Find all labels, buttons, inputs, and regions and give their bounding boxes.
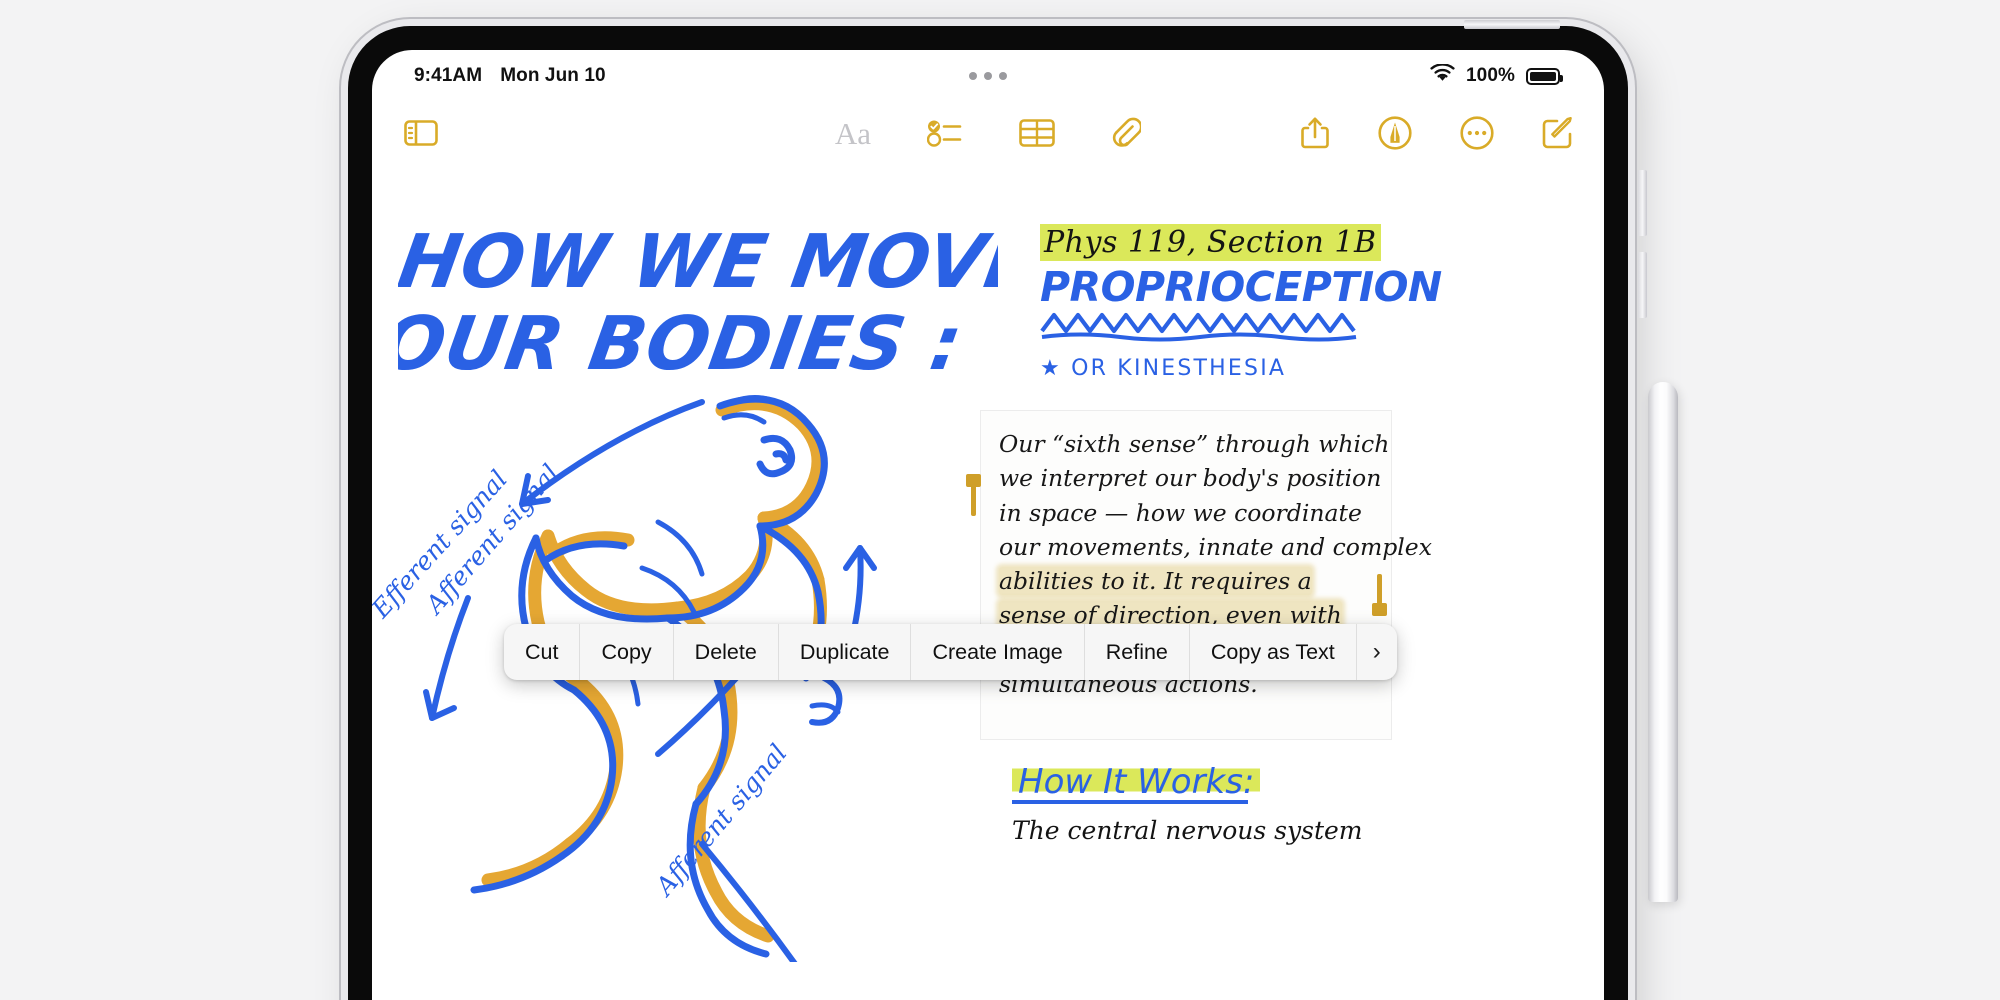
volume-down-button[interactable] [1638, 252, 1647, 318]
note-text-line-selected: abilities to it. It requires a [999, 567, 1312, 596]
context-menu-item-refine[interactable]: Refine [1085, 624, 1190, 680]
term-proprioception: PROPRIOCEPTION [1040, 263, 1442, 311]
multitasking-controls-icon[interactable] [969, 72, 1007, 80]
course-highlighted-text: Phys 119, Section 1B [1040, 224, 1381, 261]
attachment-icon[interactable] [1111, 117, 1142, 149]
toolbar-center-group: Aa [372, 117, 1604, 149]
note-toolbar: Aa [372, 102, 1604, 164]
context-menu-item-copy[interactable]: Copy [580, 624, 674, 680]
note-text-block[interactable]: Our “sixth sense” through which we inter… [980, 410, 1432, 740]
works-heading-block: How It Works: The central nervous system [1012, 762, 1363, 845]
selection-handle-end[interactable] [1372, 574, 1387, 616]
note-text-line: Our “sixth sense” through which [999, 430, 1390, 458]
context-menu-item-cut[interactable]: Cut [504, 624, 581, 680]
context-menu-next-chevron-icon[interactable]: › [1357, 624, 1397, 680]
battery-icon [1526, 67, 1563, 85]
note-text-line: in space — how we coordinate [999, 498, 1362, 527]
context-menu-item-delete[interactable]: Delete [674, 624, 779, 680]
apple-pencil[interactable] [1648, 382, 1678, 902]
tablet-screen: 9:41AM Mon Jun 10 100% Aa HOW WE MOVE OU… [372, 50, 1604, 1000]
status-bar-right: 100% [1430, 62, 1574, 89]
checklist-icon[interactable] [927, 118, 963, 148]
context-menu-item-create-image[interactable]: Create Image [911, 624, 1085, 680]
note-text-line: we interpret our body's position [999, 464, 1382, 493]
squiggle-underline [1040, 309, 1460, 348]
top-power-button[interactable] [1464, 20, 1560, 29]
context-menu[interactable]: Cut Copy Delete Duplicate Create Image R… [504, 624, 1397, 680]
note-heading-block: Phys 119, Section 1B PROPRIOCEPTION ★ OR… [1040, 224, 1460, 381]
works-body-text: The central nervous system [1012, 816, 1363, 845]
selection-handle-start[interactable] [966, 474, 981, 516]
alt-term-kinesthesia: ★ OR KINESTHESIA [1040, 356, 1287, 381]
context-menu-item-copy-as-text[interactable]: Copy as Text [1190, 624, 1357, 680]
works-heading: How It Works: [1012, 762, 1261, 802]
status-bar-left: 9:41AM Mon Jun 10 [402, 65, 606, 87]
course-line: Phys 119, Section 1B [1040, 224, 1460, 261]
battery-percent-label: 100% [1466, 65, 1515, 86]
note-title-line1: HOW WE MOVE [398, 219, 998, 305]
wifi-icon [1430, 62, 1455, 89]
status-time: 9:41AM [414, 65, 483, 86]
context-menu-item-duplicate[interactable]: Duplicate [779, 624, 912, 680]
volume-up-button[interactable] [1638, 170, 1647, 236]
note-canvas[interactable]: HOW WE MOVE OUR BODIES : Phys 119, Secti… [372, 164, 1604, 1000]
note-text-line: our movements, innate and complex [999, 532, 1432, 561]
format-text-icon[interactable]: Aa [835, 118, 871, 149]
table-icon[interactable] [1019, 118, 1055, 148]
status-bar: 9:41AM Mon Jun 10 100% [372, 50, 1604, 102]
status-date: Mon Jun 10 [500, 65, 606, 86]
